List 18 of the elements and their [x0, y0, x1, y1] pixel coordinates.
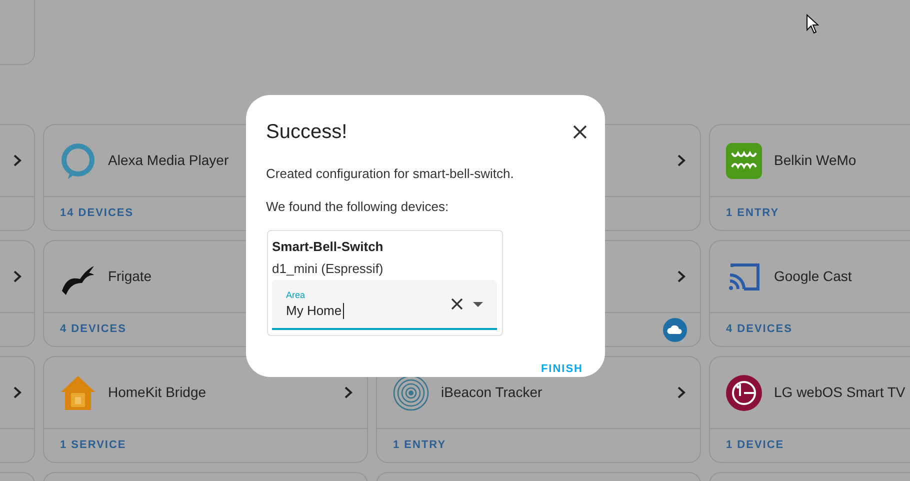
integration-name: iBeacon Tracker [441, 383, 542, 402]
integration-name: HomeKit Bridge [108, 383, 206, 402]
integration-name: Frigate [108, 267, 152, 286]
wemo-logo-icon [724, 140, 764, 180]
cursor-icon [806, 14, 819, 34]
lg-logo-icon [724, 372, 764, 412]
integration-card[interactable]: Google Cast 4 DEVICES [709, 240, 910, 347]
integration-name: Alexa Media Player [108, 151, 229, 170]
area-field[interactable]: Area My Home [272, 280, 497, 330]
integration-name: Belkin WeMo [774, 151, 856, 170]
integration-card[interactable]: Belkin WeMo 1 ENTRY [709, 124, 910, 231]
integration-card[interactable]: HomeKit Bridge 1 SERVICE [43, 356, 368, 463]
integration-name: LG webOS Smart TV [774, 383, 906, 402]
integration-name: Google Cast [774, 267, 852, 286]
field-label: Area [286, 289, 306, 302]
dropdown-caret-icon[interactable] [473, 302, 483, 306]
field-value: My Home [286, 302, 344, 319]
integration-card[interactable]: LG webOS Smart TV 1 DEVICE [709, 356, 910, 463]
